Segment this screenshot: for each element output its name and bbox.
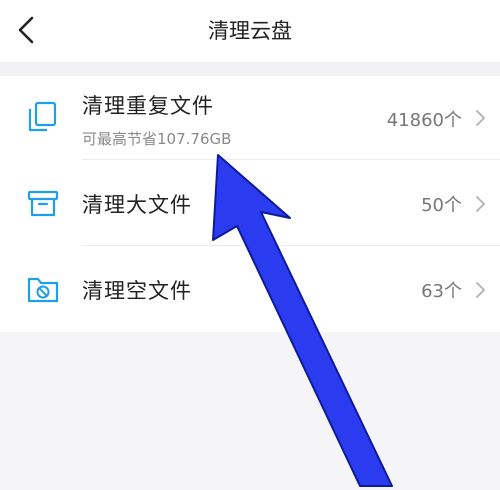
cleanup-options-list: 清理重复文件 可最高节省107.76GB 41860个 清理大文件 50个 清理… bbox=[0, 76, 500, 332]
list-item-large-files[interactable]: 清理大文件 50个 bbox=[0, 160, 500, 246]
item-count: 41860个 bbox=[386, 110, 462, 131]
list-item-empty-files[interactable]: 清理空文件 63个 bbox=[0, 246, 500, 332]
duplicate-files-icon bbox=[28, 101, 57, 132]
back-arrow-icon bbox=[18, 16, 34, 44]
item-count: 63个 bbox=[421, 281, 462, 302]
item-title: 清理空文件 bbox=[82, 279, 192, 303]
item-count: 50个 bbox=[421, 195, 462, 216]
list-item-duplicate-files[interactable]: 清理重复文件 可最高节省107.76GB 41860个 bbox=[0, 76, 500, 160]
archive-box-icon bbox=[27, 190, 59, 217]
item-title: 清理重复文件 bbox=[82, 94, 214, 118]
empty-folder-icon bbox=[27, 277, 59, 303]
page-title: 清理云盘 bbox=[208, 19, 292, 43]
back-button[interactable] bbox=[12, 14, 42, 46]
chevron-right-icon bbox=[476, 196, 485, 212]
chevron-right-icon bbox=[476, 110, 485, 126]
top-bar: 清理云盘 bbox=[0, 0, 500, 62]
chevron-right-icon bbox=[476, 282, 485, 298]
section-divider bbox=[0, 62, 500, 76]
item-title: 清理大文件 bbox=[82, 193, 192, 217]
item-subtitle: 可最高节省107.76GB bbox=[82, 130, 232, 148]
